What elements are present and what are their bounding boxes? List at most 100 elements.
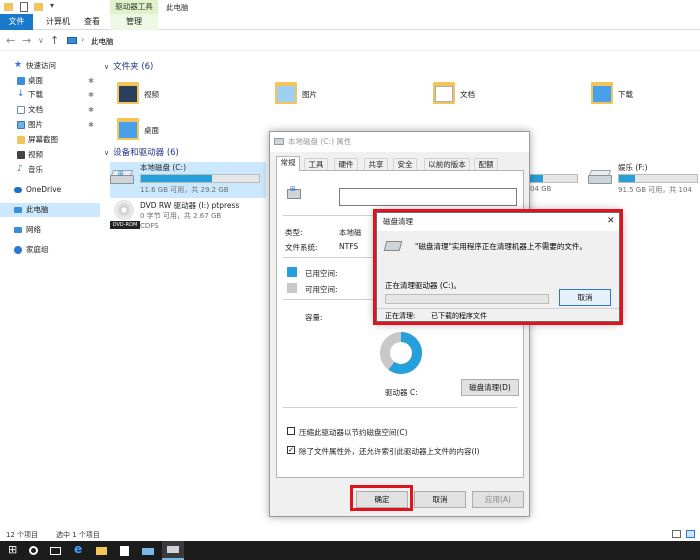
breadcrumb-this-pc[interactable]: 此电脑 bbox=[91, 36, 114, 47]
nav-network[interactable]: 网络 bbox=[0, 223, 100, 237]
folder-pictures[interactable]: 图片 bbox=[274, 78, 384, 114]
nav-item-downloads[interactable]: ↓ 下载 ✱ bbox=[0, 88, 100, 102]
computer-icon bbox=[67, 37, 77, 44]
tab-general[interactable]: 常规 bbox=[276, 156, 300, 171]
picture-icon bbox=[17, 121, 25, 129]
compress-label: 压缩此驱动器以节约磁盘空间(C) bbox=[299, 428, 408, 437]
edge-browser-icon[interactable]: e bbox=[74, 542, 85, 556]
dialog-title: 本地磁盘 (C:) 属性 bbox=[270, 132, 529, 152]
computer-icon bbox=[14, 207, 22, 213]
apply-button[interactable]: 应用(A) bbox=[472, 491, 524, 508]
large-icons-view-icon[interactable] bbox=[686, 530, 695, 538]
tab-view[interactable]: 查看 bbox=[78, 14, 106, 30]
document-icon bbox=[17, 106, 25, 114]
cloud-icon bbox=[14, 187, 22, 193]
tab-previous-versions[interactable]: 以前的版本 bbox=[424, 158, 470, 170]
nav-item-pictures[interactable]: 图片 ✱ bbox=[0, 118, 100, 132]
store-bag-icon[interactable] bbox=[120, 546, 129, 556]
drive-dvd[interactable]: DVD-ROM DVD RW 驱动器 (I:) ptpress 0 字节 可用，… bbox=[110, 200, 270, 236]
address-input[interactable]: › 此电脑 bbox=[60, 34, 700, 48]
cancel-button[interactable]: 取消 bbox=[414, 491, 466, 508]
forward-arrow-icon[interactable]: → bbox=[22, 34, 31, 47]
qat-dropdown-icon[interactable]: ▾ bbox=[50, 1, 54, 10]
folder-icon bbox=[17, 136, 25, 144]
tab-quota[interactable]: 配额 bbox=[474, 158, 498, 170]
free-space-label: 可用空间: bbox=[305, 285, 338, 294]
drive-usage-bar bbox=[140, 174, 260, 183]
details-view-icon[interactable] bbox=[672, 530, 681, 538]
video-icon bbox=[17, 151, 25, 159]
hard-drive-icon bbox=[588, 170, 612, 186]
filesystem-value: NTFS bbox=[339, 242, 359, 251]
recent-dropdown-icon[interactable]: ∨ bbox=[38, 36, 44, 45]
drive-name-label: 驱动器 C: bbox=[385, 388, 418, 397]
folders-section-header[interactable]: ∨ 文件夹 (6) bbox=[104, 60, 153, 72]
disk-cleanup-button[interactable]: 磁盘清理(D) bbox=[461, 379, 519, 396]
task-view-icon[interactable] bbox=[50, 547, 61, 555]
desktop-folder-icon bbox=[116, 114, 140, 142]
navigation-pane: ★ 快速访问 桌面 ✱ ↓ 下载 ✱ 文档 ✱ 图片 ✱ 屏幕截图 视频 ♪ 音… bbox=[0, 52, 100, 522]
pin-icon[interactable]: ✱ bbox=[88, 118, 94, 132]
drive-icon bbox=[274, 138, 284, 145]
taskbar: ⊞ e bbox=[0, 541, 700, 560]
drive-usage-bar bbox=[528, 174, 578, 183]
folder-documents[interactable]: 文档 bbox=[432, 78, 542, 114]
download-folder-icon bbox=[590, 78, 614, 106]
tab-file[interactable]: 文件 bbox=[0, 14, 33, 30]
window-title: 此电脑 bbox=[166, 3, 189, 12]
nav-this-pc[interactable]: 此电脑 bbox=[0, 203, 100, 217]
pinned-app-icon[interactable] bbox=[142, 548, 154, 555]
index-checkbox[interactable]: ✓ bbox=[287, 446, 295, 454]
nav-item-desktop[interactable]: 桌面 ✱ bbox=[0, 74, 100, 88]
dvd-drive-icon: DVD-ROM bbox=[110, 200, 140, 230]
tab-sharing[interactable]: 共享 bbox=[364, 158, 388, 170]
nav-item-music[interactable]: ♪ 音乐 bbox=[0, 163, 100, 177]
free-space-swatch bbox=[287, 283, 297, 293]
tab-security[interactable]: 安全 bbox=[393, 158, 417, 170]
disk-usage-donut bbox=[380, 332, 422, 374]
highlight-cleanup-frame bbox=[373, 209, 623, 325]
nav-homegroup[interactable]: 家庭组 bbox=[0, 243, 100, 257]
nav-item-videos[interactable]: 视频 bbox=[0, 148, 100, 162]
nav-item-screenshots[interactable]: 屏幕截图 bbox=[0, 133, 100, 147]
new-folder-icon[interactable] bbox=[34, 3, 43, 11]
tab-manage[interactable]: 管理 bbox=[110, 14, 158, 30]
drive-usage-bar bbox=[618, 174, 698, 183]
compress-checkbox[interactable] bbox=[287, 427, 295, 435]
music-icon: ♪ bbox=[17, 164, 23, 174]
properties-icon[interactable] bbox=[20, 2, 28, 12]
file-explorer-icon[interactable] bbox=[96, 547, 107, 555]
folder-desktop[interactable]: 桌面 bbox=[116, 114, 226, 150]
drive-c[interactable]: ⊞ 本地磁盘 (C:) 11.6 GB 可用，共 29.2 GB bbox=[110, 162, 266, 198]
nav-onedrive[interactable]: OneDrive bbox=[0, 183, 100, 197]
pin-icon[interactable]: ✱ bbox=[88, 74, 94, 88]
selected-count: 选中 1 个项目 bbox=[56, 531, 100, 539]
drive-f[interactable]: 娱乐 (F:) 91.5 GB 可用，共 104 bbox=[588, 162, 700, 198]
breadcrumb-chevron-icon[interactable]: › bbox=[81, 35, 84, 44]
context-tab-group: 驱动器工具 bbox=[110, 0, 158, 14]
search-circle-icon[interactable] bbox=[29, 546, 38, 555]
pin-icon[interactable]: ✱ bbox=[88, 88, 94, 102]
folder-videos[interactable]: 视频 bbox=[116, 78, 226, 114]
drives-section-header[interactable]: ∨ 设备和驱动器 (6) bbox=[104, 146, 179, 158]
network-icon bbox=[14, 227, 22, 233]
tab-hardware[interactable]: 硬件 bbox=[334, 158, 358, 170]
tab-computer[interactable]: 计算机 bbox=[40, 14, 76, 30]
up-arrow-icon[interactable]: ↑ bbox=[50, 34, 59, 47]
folder-downloads[interactable]: 下载 bbox=[590, 78, 700, 114]
tab-tools[interactable]: 工具 bbox=[304, 158, 328, 170]
picture-folder-icon bbox=[274, 78, 298, 106]
chevron-down-icon: ∨ bbox=[104, 63, 110, 71]
download-icon: ↓ bbox=[17, 89, 25, 99]
nav-quick-access[interactable]: ★ 快速访问 bbox=[0, 59, 100, 73]
star-icon: ★ bbox=[14, 60, 23, 70]
start-windows-icon[interactable]: ⊞ bbox=[8, 543, 19, 556]
used-space-label: 已用空间: bbox=[305, 269, 338, 278]
nav-item-documents[interactable]: 文档 ✱ bbox=[0, 103, 100, 117]
back-arrow-icon[interactable]: ← bbox=[6, 34, 15, 47]
disk-cleanup-taskbar-icon[interactable] bbox=[162, 541, 184, 560]
drive-label-input[interactable] bbox=[339, 188, 517, 206]
desktop-icon bbox=[17, 77, 25, 85]
windows-drive-icon: ⊞ bbox=[110, 170, 134, 186]
pin-icon[interactable]: ✱ bbox=[88, 103, 94, 117]
